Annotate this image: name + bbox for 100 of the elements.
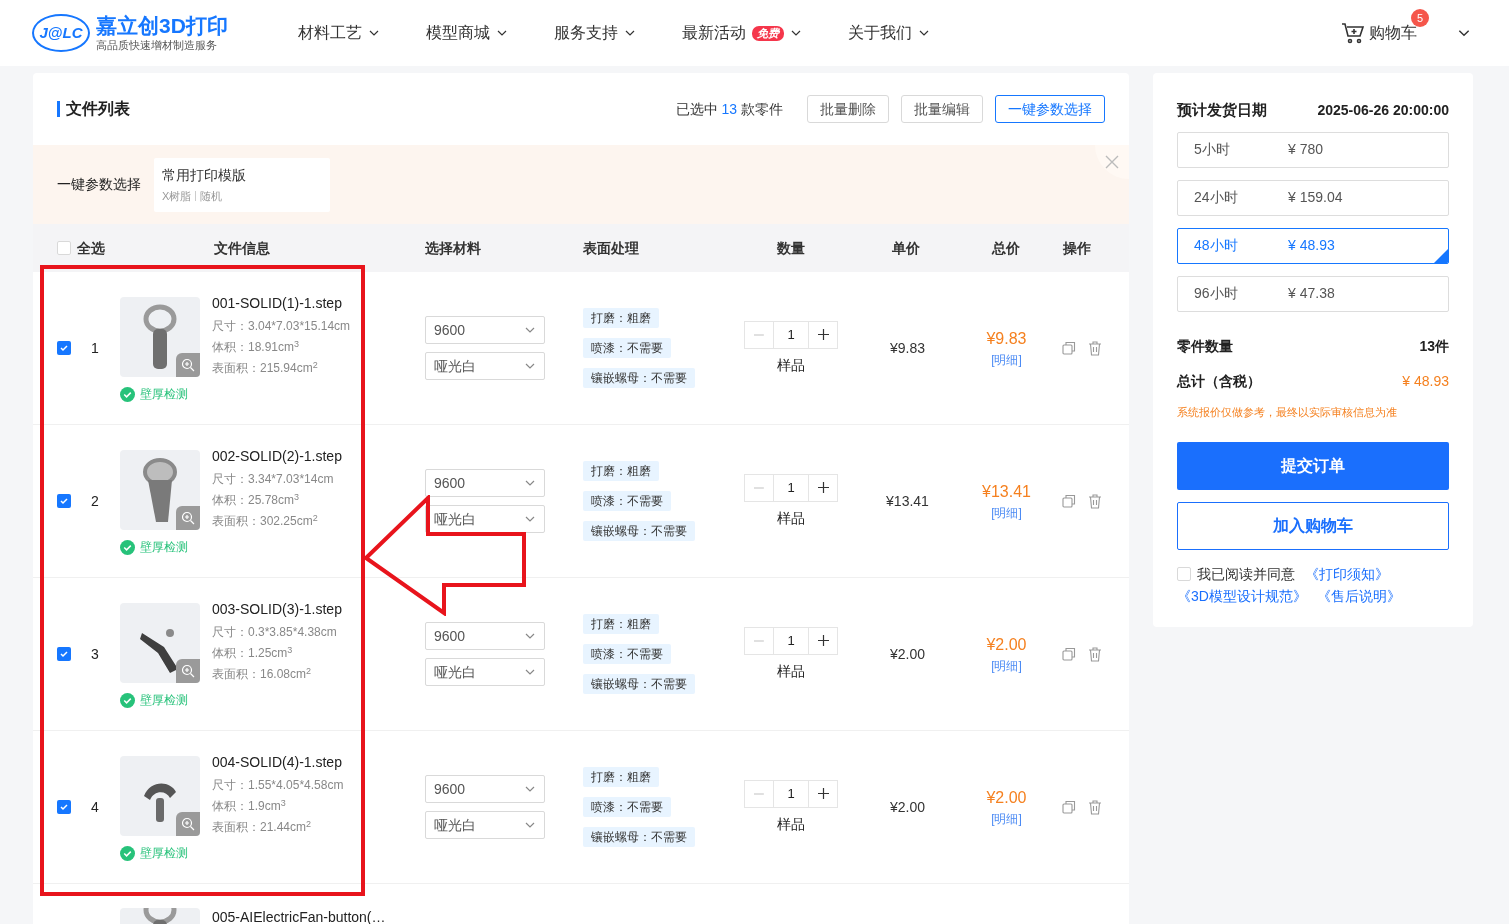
- agreement-link[interactable]: 《3D模型设计规范》: [1177, 586, 1307, 606]
- delivery-option[interactable]: 48小时 ¥ 48.93: [1177, 227, 1449, 264]
- select-field[interactable]: 9600: [425, 775, 545, 803]
- logo-icon[interactable]: J@LC: [32, 14, 90, 52]
- select-field[interactable]: 哑光白: [425, 505, 545, 533]
- detail-link[interactable]: [明细]: [991, 504, 1022, 522]
- badge: 免费: [752, 25, 784, 41]
- preset-label: 一键参数选择: [57, 175, 142, 194]
- delivery-option[interactable]: 96小时 ¥ 47.38: [1177, 275, 1449, 312]
- select-field[interactable]: 9600: [425, 469, 545, 497]
- quantity-field[interactable]: 1: [774, 779, 808, 808]
- finish-tag: 打磨：粗磨: [583, 308, 659, 328]
- detail-link[interactable]: [明细]: [991, 810, 1022, 828]
- quantity-note: 样品: [777, 508, 805, 528]
- row-index: 4: [91, 797, 99, 817]
- select-field[interactable]: 9600: [425, 622, 545, 650]
- file-name: 001-SOLID(1)-1.step: [212, 294, 343, 313]
- count-badge: 5: [1411, 9, 1429, 27]
- checkbox[interactable]: [57, 241, 71, 255]
- nav-menu-item[interactable]: 最新活动 免费: [682, 21, 802, 45]
- submit-order-button[interactable]: 提交订单: [1177, 442, 1449, 490]
- copy-icon[interactable]: [1062, 800, 1076, 814]
- select-field[interactable]: 哑光白: [425, 811, 545, 839]
- select-field[interactable]: 哑光白: [425, 658, 545, 686]
- copy-icon[interactable]: [1062, 647, 1076, 661]
- delivery-option[interactable]: 24小时 ¥ 159.04: [1177, 179, 1449, 216]
- brand-name: 嘉立创3D打印: [96, 13, 228, 39]
- file-size: 尺寸：3.04*7.03*15.14cm: [212, 318, 351, 335]
- zoom-in-icon[interactable]: [176, 659, 200, 683]
- select-field[interactable]: 哑光白: [425, 352, 545, 380]
- toolbar-button[interactable]: 批量删除: [807, 95, 889, 123]
- file-size: 尺寸：1.55*4.05*4.58cm: [212, 777, 344, 794]
- quantity-field[interactable]: 1: [774, 626, 808, 655]
- ship-date-label: 预计发货日期: [1177, 100, 1267, 120]
- finish-tag: 喷漆：不需要: [583, 338, 671, 358]
- detail-link[interactable]: [明细]: [991, 657, 1022, 675]
- copy-icon[interactable]: [1062, 341, 1076, 355]
- plus-icon: [817, 788, 829, 799]
- quantity-field[interactable]: 1: [774, 473, 808, 502]
- nav-menu-item[interactable]: 材料工艺: [298, 21, 380, 45]
- finish-tag: 镶嵌螺母：不需要: [583, 521, 695, 541]
- total-price: ¥13.41: [982, 482, 1031, 502]
- checkbox[interactable]: [57, 800, 71, 814]
- total-price: ¥2.00: [986, 788, 1027, 808]
- total-price: ¥2.00: [986, 635, 1027, 655]
- add-to-cart-button[interactable]: 加入购物车: [1177, 502, 1449, 550]
- check-circle-icon: [120, 386, 135, 402]
- copy-icon[interactable]: [1062, 494, 1076, 508]
- zoom-in-icon[interactable]: [176, 506, 200, 530]
- zoom-in-icon[interactable]: [176, 353, 200, 377]
- increment-button[interactable]: [808, 320, 838, 349]
- file-volume: 体积：25.78cm$^{3}$: [212, 491, 301, 509]
- total-price: ¥9.83: [986, 329, 1027, 349]
- increment-button[interactable]: [808, 779, 838, 808]
- increment-button[interactable]: [808, 626, 838, 655]
- select-field[interactable]: 9600: [425, 316, 545, 344]
- finish-tag: 喷漆：不需要: [583, 491, 671, 511]
- trash-icon[interactable]: [1088, 799, 1102, 815]
- quantity-note: 样品: [777, 355, 805, 375]
- agreement-link[interactable]: 《打印须知》: [1305, 564, 1389, 584]
- file-area: 表面积：21.44cm$^{2}$: [212, 818, 344, 836]
- file-area: 表面积：302.25cm$^{2}$: [212, 512, 342, 530]
- file-name: 002-SOLID(2)-1.step: [212, 447, 342, 466]
- agreement-text: 我已阅读并同意: [1197, 565, 1295, 584]
- unit-price: ¥9.83: [889, 338, 925, 358]
- check-icon: [59, 496, 69, 506]
- trash-icon[interactable]: [1088, 646, 1102, 662]
- checkbox[interactable]: [57, 647, 71, 661]
- zoom-in-icon[interactable]: [176, 812, 200, 836]
- row-index: 3: [91, 644, 99, 664]
- trash-icon[interactable]: [1088, 340, 1102, 356]
- file-volume: 体积：1.9cm$^{3}$: [212, 797, 287, 815]
- file-name: 004-SOLID(4)-1.step: [212, 753, 343, 772]
- quantity-field[interactable]: 1: [774, 320, 808, 349]
- checkbox[interactable]: [1177, 567, 1191, 581]
- nav-menu-item[interactable]: 模型商城: [426, 21, 508, 45]
- nav-menu-item[interactable]: 关于我们: [848, 21, 930, 45]
- finish-tag: 镶嵌螺母：不需要: [583, 368, 695, 388]
- delivery-option[interactable]: 5小时 ¥ 780: [1177, 131, 1449, 168]
- check-icon: [59, 802, 69, 812]
- file-area: 表面积：16.08cm$^{2}$: [212, 665, 342, 683]
- toolbar-button[interactable]: 批量编辑: [901, 95, 983, 123]
- finish-tag: 镶嵌螺母：不需要: [583, 674, 695, 694]
- checkbox[interactable]: [57, 341, 71, 355]
- detail-link[interactable]: [明细]: [991, 351, 1022, 369]
- check-icon: [59, 649, 69, 659]
- nav-menu-item[interactable]: 服务支持: [554, 21, 636, 45]
- check-circle-icon: [120, 692, 135, 708]
- toolbar-button[interactable]: 一键参数选择: [995, 95, 1105, 123]
- row-index: 1: [91, 338, 99, 358]
- preset-card[interactable]: 常用打印模版 X树脂 随机: [154, 157, 330, 212]
- check-icon: [59, 343, 69, 353]
- checkbox[interactable]: [57, 494, 71, 508]
- trash-icon[interactable]: [1088, 493, 1102, 509]
- brand-tagline: 高品质快速增材制造服务: [96, 39, 218, 53]
- unit-price: ¥13.41: [886, 491, 929, 511]
- total-amount: ¥ 48.93: [1402, 371, 1449, 391]
- increment-button[interactable]: [808, 473, 838, 502]
- agreement-link[interactable]: 《售后说明》: [1316, 586, 1401, 606]
- finish-tag: 喷漆：不需要: [583, 644, 671, 664]
